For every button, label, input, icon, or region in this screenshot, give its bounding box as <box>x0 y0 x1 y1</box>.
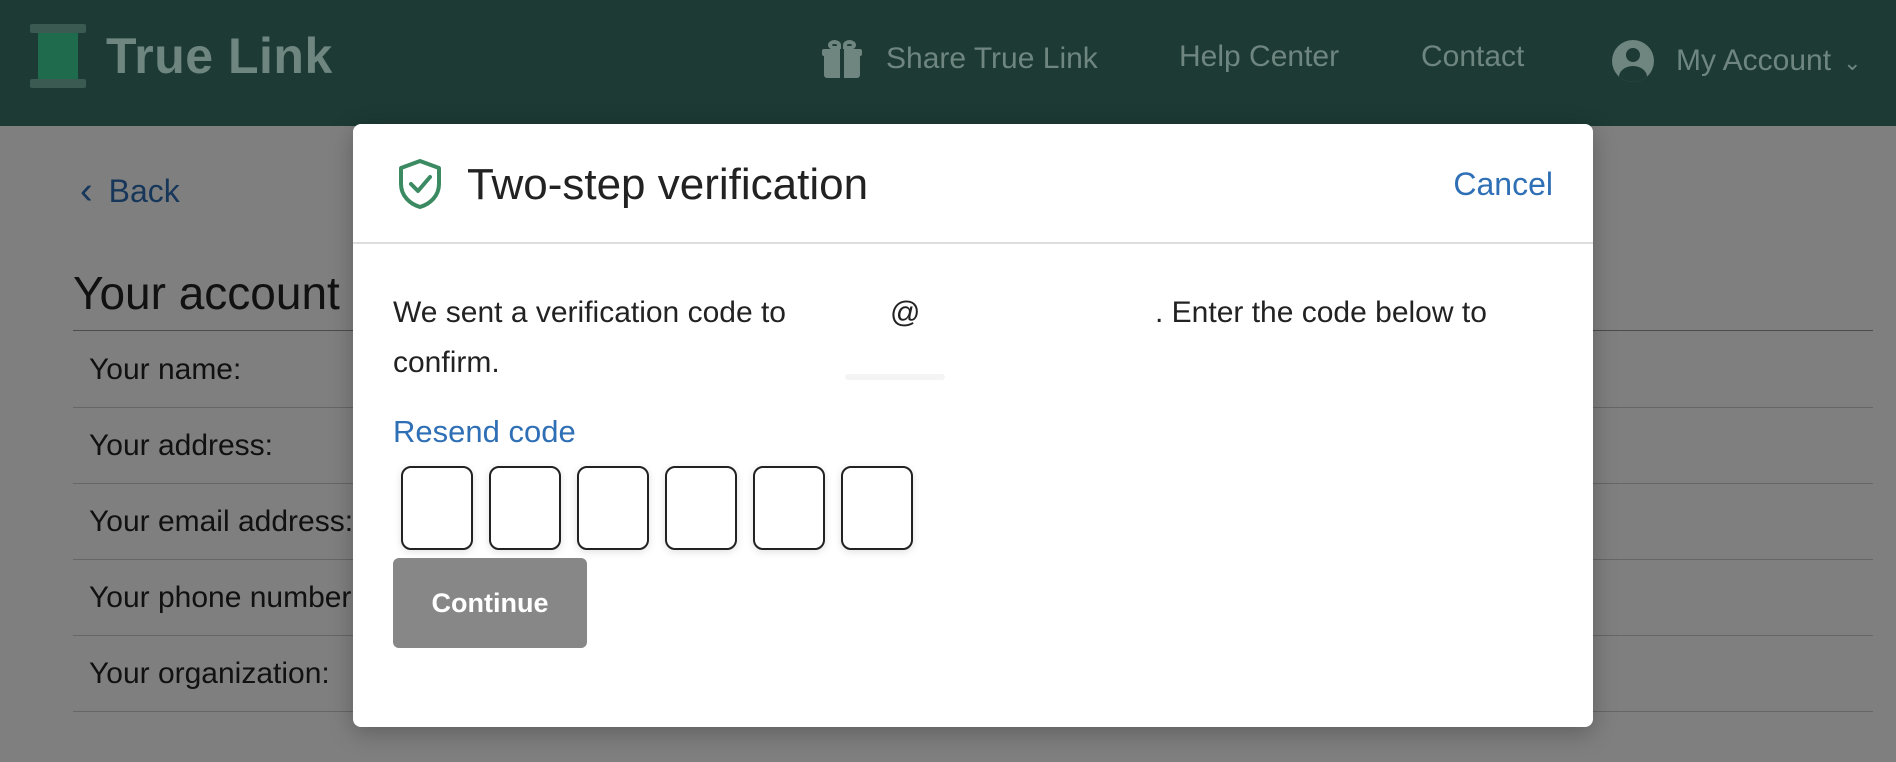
brand[interactable]: True Link <box>30 24 333 88</box>
page: True Link Share True Link Help Center Co… <box>0 0 1896 762</box>
gift-icon <box>822 40 862 78</box>
resend-code-link[interactable]: Resend code <box>393 414 576 450</box>
true-link-logo-icon <box>30 24 86 88</box>
continue-button[interactable]: Continue <box>393 558 587 648</box>
chevron-down-icon: ⌄ <box>1843 50 1862 75</box>
nav-contact-link[interactable]: Contact <box>1421 40 1524 74</box>
verification-code-inputs <box>401 466 929 550</box>
code-digit-5[interactable] <box>753 466 825 550</box>
code-digit-6[interactable] <box>841 466 913 550</box>
cancel-button[interactable]: Cancel <box>1453 166 1553 203</box>
nav-account-label: My Account <box>1676 44 1832 77</box>
redaction-mark <box>845 374 945 380</box>
modal-title: Two-step verification <box>467 160 869 209</box>
nav-contact-label: Contact <box>1421 40 1525 73</box>
nav-help-label: Help Center <box>1179 40 1340 73</box>
nav-my-account-menu[interactable]: My Account ⌄ <box>1612 40 1862 82</box>
shield-check-icon <box>399 159 441 209</box>
code-digit-3[interactable] <box>577 466 649 550</box>
message-email-at: @ <box>890 296 921 329</box>
message-start: We sent a verification code to <box>393 296 786 329</box>
nav-help-center-link[interactable]: Help Center <box>1179 40 1339 74</box>
code-digit-2[interactable] <box>489 466 561 550</box>
message-end: . Enter the code below to <box>1155 296 1487 329</box>
nav-share-link[interactable]: Share True Link <box>822 40 1098 78</box>
brand-name: True Link <box>106 28 333 84</box>
nav-share-label: Share True Link <box>886 42 1098 75</box>
modal-header: Two-step verification Cancel <box>353 124 1593 244</box>
code-digit-4[interactable] <box>665 466 737 550</box>
top-nav: True Link Share True Link Help Center Co… <box>0 0 1896 126</box>
message-line2: confirm. <box>393 346 500 379</box>
user-icon <box>1612 40 1654 82</box>
code-digit-1[interactable] <box>401 466 473 550</box>
two-step-verification-modal: Two-step verification Cancel We sent a v… <box>353 124 1593 727</box>
